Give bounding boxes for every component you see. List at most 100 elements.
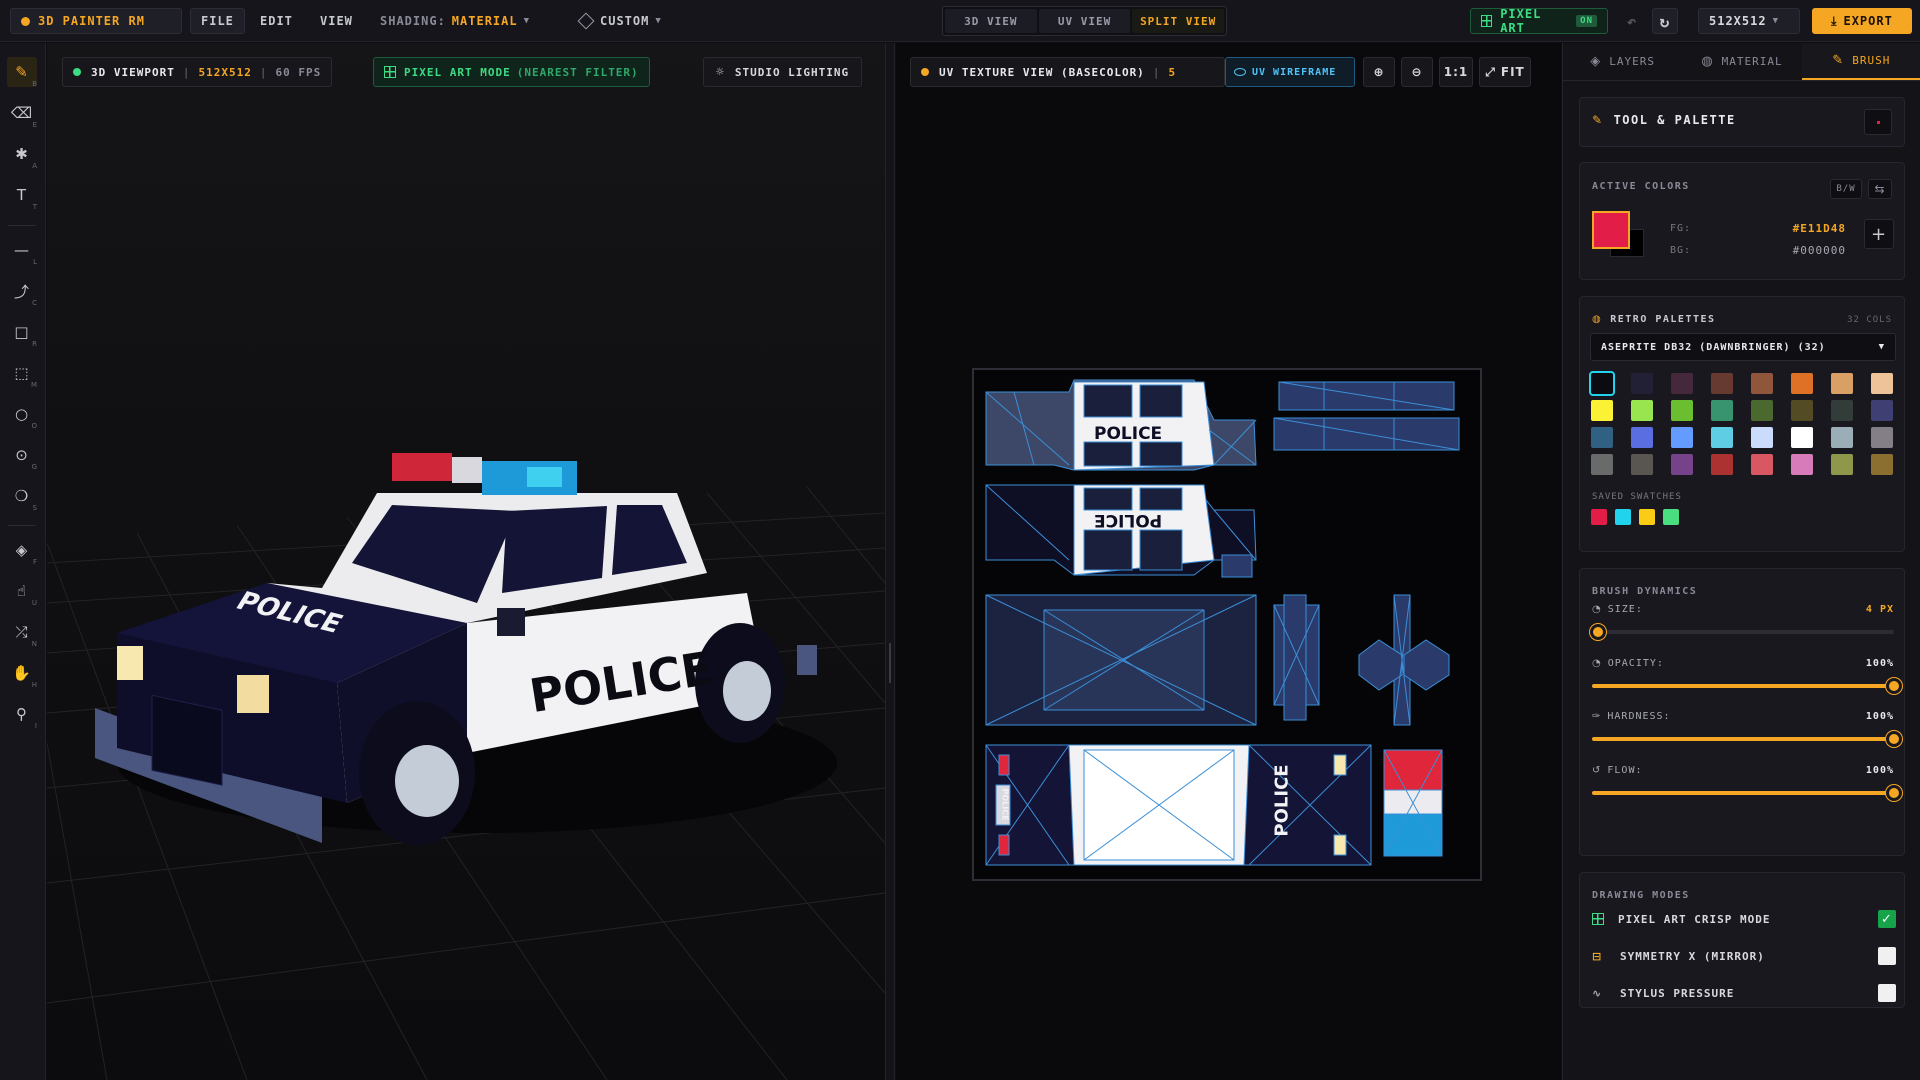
line-tool-icon[interactable]: — L	[7, 235, 37, 266]
palette-swatch[interactable]	[1631, 427, 1653, 448]
palette-swatch[interactable]	[1831, 373, 1853, 394]
palette-swatch[interactable]	[1589, 371, 1615, 396]
palette-select[interactable]: ASEPRITE DB32 (DAWNBRINGER) (32) ▼	[1590, 333, 1896, 361]
tab-layers[interactable]: ◈ LAYERS	[1563, 43, 1682, 80]
zoom-out-icon[interactable]: ⊖	[1401, 57, 1433, 87]
palette-swatch[interactable]	[1671, 400, 1693, 421]
palette-swatch[interactable]	[1791, 427, 1813, 448]
bg-value[interactable]: #000000	[1793, 244, 1846, 257]
palette-swatch[interactable]	[1831, 427, 1853, 448]
shading-dropdown[interactable]: SHADING: MATERIAL ▼	[380, 8, 530, 34]
view-mode-uv[interactable]: UV VIEW	[1038, 9, 1131, 33]
mode-pixel-art-checkbox[interactable]: ✓	[1878, 910, 1896, 928]
palette-swatch[interactable]	[1711, 454, 1733, 475]
saved-swatch[interactable]	[1615, 509, 1631, 525]
palette-swatch[interactable]	[1751, 400, 1773, 421]
shuffle-tool-icon[interactable]: ⤮ N	[7, 617, 37, 648]
eraser-tool-icon[interactable]: ⌫ E	[7, 98, 37, 129]
palette-swatch[interactable]	[1591, 427, 1613, 448]
palette-swatch[interactable]	[1791, 400, 1813, 421]
uv-wireframe-toggle[interactable]: UV WIREFRAME	[1225, 57, 1355, 87]
palette-swatch[interactable]	[1591, 400, 1613, 421]
flow-slider-knob[interactable]	[1886, 785, 1902, 801]
fg-bg-swatches[interactable]	[1592, 211, 1648, 259]
mode-pixel-art-crisp[interactable]: PIXEL ART CRISP MODE ✓	[1592, 909, 1896, 929]
hardness-slider[interactable]	[1592, 731, 1902, 747]
palette-swatch[interactable]	[1791, 373, 1813, 394]
redo-icon[interactable]: ↻	[1652, 8, 1678, 34]
zoom-in-icon[interactable]: ⊕	[1363, 57, 1395, 87]
fg-color-swatch[interactable]	[1592, 211, 1630, 249]
palette-swatch[interactable]	[1751, 454, 1773, 475]
size-slider[interactable]	[1590, 624, 1894, 640]
tab-brush[interactable]: ✎ BRUSH	[1801, 43, 1920, 80]
zoom-reset-button[interactable]: 1:1	[1439, 57, 1473, 87]
palette-swatch[interactable]	[1791, 454, 1813, 475]
uv-texture-canvas[interactable]: POLICE POLICE POLICE POLICE	[972, 368, 1482, 881]
size-slider-knob[interactable]	[1590, 624, 1607, 640]
pan-tool-icon[interactable]: ✋ H	[7, 658, 37, 689]
palette-swatch[interactable]	[1631, 454, 1653, 475]
resolution-select[interactable]: 512x512 ▼	[1698, 8, 1800, 34]
mode-symmetry-checkbox[interactable]	[1878, 947, 1896, 965]
view-mode-split[interactable]: SPLIT VIEW	[1132, 9, 1225, 33]
pixel-art-mode-badge[interactable]: PIXEL ART MODE (NEAREST FILTER)	[373, 57, 650, 87]
undo-icon[interactable]: ↶	[1620, 8, 1644, 34]
eyedropper-tool-icon[interactable]: ⚲ I	[7, 699, 37, 730]
view-mode-3d[interactable]: 3D VIEW	[945, 9, 1037, 33]
add-swatch-button[interactable]: +	[1864, 219, 1894, 249]
fill-tool-icon[interactable]: ◈ F	[7, 535, 37, 566]
menu-file[interactable]: FILE	[190, 8, 245, 34]
spray-tool-icon[interactable]: ✱ A	[7, 139, 37, 170]
mode-symmetry-x[interactable]: ⊟ SYMMETRY X (MIRROR)	[1592, 946, 1896, 966]
menu-view[interactable]: VIEW	[310, 8, 363, 34]
tab-material[interactable]: ◍ MATERIAL	[1682, 43, 1801, 80]
palette-swatch[interactable]	[1751, 427, 1773, 448]
palette-swatch[interactable]	[1671, 454, 1693, 475]
saved-swatch[interactable]	[1639, 509, 1655, 525]
swap-colors-icon[interactable]: ⇆	[1868, 179, 1892, 199]
palette-swatch[interactable]	[1671, 373, 1693, 394]
palette-swatch[interactable]	[1631, 400, 1653, 421]
saved-swatch[interactable]	[1591, 509, 1607, 525]
selection-tool-icon[interactable]: ⬚ M	[7, 358, 37, 389]
palette-swatch[interactable]	[1631, 373, 1653, 394]
fg-value[interactable]: #E11D48	[1793, 222, 1846, 235]
target-tool-icon[interactable]: ⊙ G	[7, 440, 37, 471]
opacity-slider-knob[interactable]	[1886, 678, 1902, 694]
export-button[interactable]: ⤓ EXPORT	[1812, 8, 1912, 34]
custom-dropdown[interactable]: CUSTOM ▼	[577, 8, 662, 34]
rectangle-tool-icon[interactable]: □ R	[7, 317, 37, 348]
mode-stylus-checkbox[interactable]	[1878, 984, 1896, 1002]
palette-swatch[interactable]	[1871, 427, 1893, 448]
lighting-button[interactable]: ☼ STUDIO LIGHTING	[703, 57, 863, 87]
viewport-3d[interactable]: POLICE POLICE 3D VIEWPORT | 512x512 | 60…	[47, 43, 885, 1080]
brush-tool-icon[interactable]: ✎ B	[7, 57, 37, 88]
hardness-slider-knob[interactable]	[1886, 731, 1902, 747]
bw-button[interactable]: B/W	[1830, 179, 1862, 199]
palette-swatch[interactable]	[1711, 427, 1733, 448]
palette-swatch[interactable]	[1871, 373, 1893, 394]
saved-swatch[interactable]	[1663, 509, 1679, 525]
uv-view[interactable]: UV TEXTURE VIEW (BASECOLOR) | 5 UV WIREF…	[896, 43, 1561, 1080]
palette-swatch[interactable]	[1711, 373, 1733, 394]
palette-swatch[interactable]	[1831, 454, 1853, 475]
palette-swatch[interactable]	[1671, 427, 1693, 448]
palette-swatch[interactable]	[1711, 400, 1733, 421]
curve-tool-icon[interactable]: ⤴ C	[7, 276, 37, 308]
pane-splitter[interactable]	[885, 43, 895, 1080]
palette-swatch[interactable]	[1871, 400, 1893, 421]
fit-button[interactable]: ⤢ FIT	[1479, 57, 1531, 87]
palette-swatch[interactable]	[1591, 454, 1613, 475]
flow-slider[interactable]	[1592, 785, 1902, 801]
palette-swatch[interactable]	[1751, 373, 1773, 394]
clone-tool-icon[interactable]: ❍ S	[7, 481, 37, 512]
pixel-art-toggle[interactable]: PIXEL ART ON	[1470, 7, 1608, 35]
current-color-indicator[interactable]	[1864, 109, 1892, 135]
palette-swatch[interactable]	[1871, 454, 1893, 475]
mode-stylus-pressure[interactable]: ∿ STYLUS PRESSURE	[1592, 983, 1896, 1003]
text-tool-icon[interactable]: TT	[7, 180, 37, 211]
smudge-tool-icon[interactable]: ☝ U	[7, 576, 37, 607]
menu-edit[interactable]: EDIT	[250, 8, 303, 34]
splitter-grip[interactable]	[889, 643, 891, 683]
